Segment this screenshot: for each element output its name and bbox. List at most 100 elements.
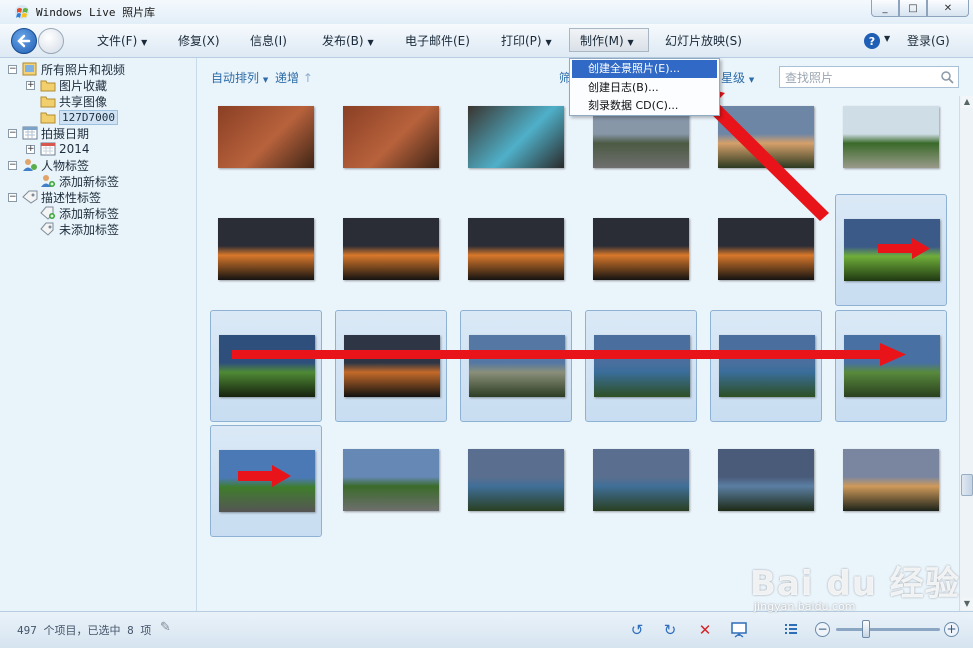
menu-file-label: 文件(F) [97,34,138,48]
photo-thumbnail[interactable] [335,96,447,208]
calendar-icon [22,126,38,140]
photo-image [468,106,564,168]
photo-thumbnail[interactable] [585,425,697,537]
search-input[interactable]: 查找照片 [779,66,959,88]
create-panorama-item[interactable]: 创建全景照片(E)... [572,60,717,78]
menu-info[interactable]: 信息(I) [250,32,287,49]
rotate-right-button[interactable]: ↻ [660,620,680,640]
photo-thumbnail[interactable] [835,96,947,208]
rating-filter[interactable]: 星级 ▼ [721,69,754,86]
chevron-down-icon[interactable]: ▼ [884,34,890,43]
collapse-icon[interactable]: − [8,160,17,170]
collapse-icon[interactable]: − [8,128,17,138]
delete-button[interactable]: ✕ [695,620,715,640]
person-tag-icon [23,159,37,171]
scroll-down-icon[interactable]: ▼ [961,598,973,610]
tree-node-add-person-tag[interactable]: 添加新标签 [40,173,119,189]
minimize-icon: _ [882,2,888,14]
menu-publish[interactable]: 发布(B) ▼ [322,32,374,49]
photo-thumbnail[interactable] [710,96,822,208]
menu-email[interactable]: 电子邮件(E) [405,32,470,49]
photo-image [719,335,815,397]
tree-node-descriptive-tags[interactable]: − 描述性标签 [8,189,101,205]
photo-thumbnail[interactable] [835,194,947,306]
photo-thumbnail[interactable] [585,556,697,611]
back-button[interactable] [11,28,37,54]
tree-node-all-photos[interactable]: − 所有照片和视频 [8,61,125,77]
expand-icon[interactable]: + [26,80,35,90]
photo-thumbnail[interactable] [460,96,572,208]
menu-make[interactable]: 制作(M) ▼ [569,28,649,52]
tree-node-date-taken[interactable]: − 拍摄日期 [8,125,89,141]
details-view-button[interactable] [781,620,801,640]
tree-node-2014[interactable]: + 2014 [26,141,90,157]
add-tag-icon [40,206,55,220]
photo-image [844,219,940,281]
menu-slideshow[interactable]: 幻灯片放映(S) [665,32,742,49]
photo-image [469,335,565,397]
tree-label-selected: 127D7000 [59,109,118,125]
help-button[interactable]: ? [864,33,880,49]
photo-thumbnail[interactable] [585,194,697,306]
collapse-icon[interactable]: − [8,64,17,74]
photo-thumbnail[interactable] [460,556,572,611]
photo-thumbnail[interactable] [585,310,697,422]
zoom-in-button[interactable]: + [944,622,959,637]
rotate-left-button[interactable]: ↺ [627,620,647,640]
folder-icon [40,112,56,124]
expand-icon[interactable]: + [26,144,35,154]
tag-icon [22,190,38,204]
photo-thumbnail[interactable] [460,310,572,422]
tree-node-people-tags[interactable]: − 人物标签 [8,157,89,173]
burn-cd-item[interactable]: 刻录数据 CD(C)... [570,97,719,115]
tree-node-untagged[interactable]: 未添加标签 [40,221,119,237]
photo-thumbnail[interactable] [710,425,822,537]
zoom-out-button[interactable]: − [815,622,830,637]
photo-content-pane: 自动排列 ▼ 递增 ↑ 筛 星级 ▼ 查找照片 [197,58,973,611]
sort-dropdown[interactable]: 自动排列 ▼ [211,69,268,86]
maximize-button[interactable]: □ [899,0,927,17]
photo-thumbnail[interactable] [210,96,322,208]
photo-thumbnail[interactable] [835,425,947,537]
create-blog-item[interactable]: 创建日志(B)... [570,79,719,97]
maximize-icon: □ [908,2,918,14]
order-toggle[interactable]: 递增 ↑ [275,69,313,86]
photo-thumbnail[interactable] [210,194,322,306]
photo-thumbnail[interactable] [210,556,322,611]
minimize-button[interactable]: _ [871,0,899,17]
photo-thumbnail[interactable] [335,556,447,611]
close-button[interactable]: ✕ [927,0,969,17]
scroll-up-icon[interactable]: ▲ [961,96,973,108]
photo-thumbnail[interactable] [335,194,447,306]
slideshow-button[interactable] [729,620,749,640]
tree-node-my-pictures[interactable]: + 图片收藏 [26,77,107,93]
photo-thumbnail[interactable] [710,194,822,306]
photo-thumbnail[interactable] [710,310,822,422]
folder-icon [40,96,56,108]
tree-label: 图片收藏 [59,78,108,93]
vertical-scrollbar[interactable]: ▲ ▼ [959,96,973,611]
forward-button[interactable] [38,28,64,54]
menu-file[interactable]: 文件(F) ▼ [97,32,147,49]
photo-thumbnail[interactable] [210,425,322,537]
photo-thumbnail[interactable] [835,310,947,422]
pencil-icon[interactable]: ✎ [160,620,171,635]
zoom-slider-handle[interactable] [862,620,870,638]
photo-thumbnail[interactable] [335,425,447,537]
photo-thumbnail[interactable] [335,310,447,422]
rotate-left-icon: ↺ [630,621,644,639]
search-icon[interactable] [940,70,954,84]
photo-thumbnail[interactable] [460,194,572,306]
close-icon: ✕ [943,2,953,14]
photo-thumbnail[interactable] [460,425,572,537]
menu-fix[interactable]: 修复(X) [178,32,220,49]
zoom-slider-track[interactable] [836,628,940,631]
menu-print[interactable]: 打印(P) ▼ [501,32,552,49]
collapse-icon[interactable]: − [8,192,17,202]
photo-thumbnail[interactable] [210,310,322,422]
scroll-thumb[interactable] [961,474,973,496]
tree-node-add-descriptive-tag[interactable]: 添加新标签 [40,205,119,221]
tree-node-shared-pictures[interactable]: 共享图像 [40,93,107,109]
tree-node-127d7000[interactable]: 127D7000 [40,109,118,125]
signin-button[interactable]: 登录(G) [907,32,950,49]
